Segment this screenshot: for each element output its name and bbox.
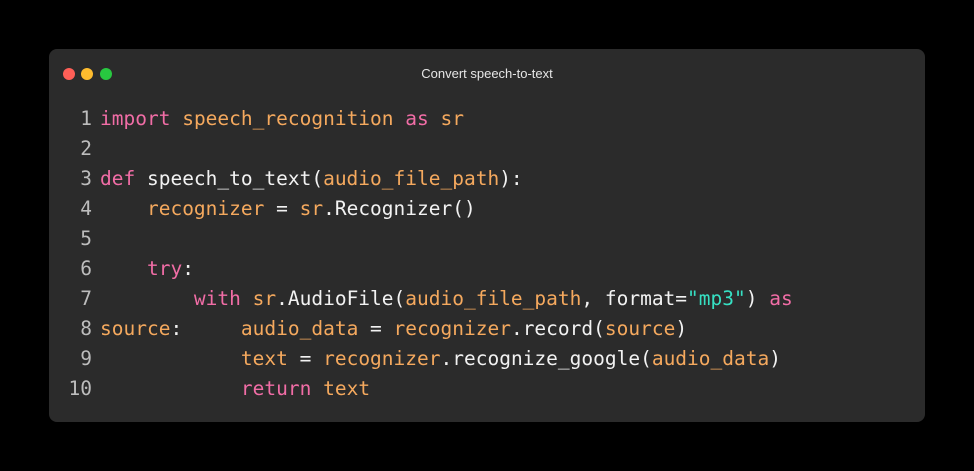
- code-line: 8 source: audio_data = recognizer.record(…: [49, 314, 925, 344]
- code-line: 3 def speech_to_text(audio_file_path):: [49, 164, 925, 194]
- code-token: sr: [440, 107, 464, 130]
- code-token: .record(: [510, 317, 605, 340]
- code-token: audio_data: [651, 347, 770, 370]
- code-token: :: [182, 257, 194, 280]
- code-token: text: [323, 377, 371, 400]
- code-token: source: [604, 317, 676, 340]
- code-line: 1 import speech_recognition as sr: [49, 104, 925, 134]
- code-token: source: [100, 317, 171, 340]
- code-token: ): [675, 317, 688, 340]
- line-number: 3: [80, 167, 92, 190]
- code-token: ): [745, 287, 770, 310]
- code-token: .Recognizer(): [323, 197, 476, 220]
- code-token: :: [170, 317, 241, 340]
- title-bar: Convert speech-to-text: [49, 49, 925, 99]
- line-number: 9: [80, 347, 92, 370]
- code-token: audio_file_path: [405, 287, 582, 310]
- code-block: 1 import speech_recognition as sr 2 3 def sp…: [49, 104, 925, 404]
- code-token: sr: [252, 287, 277, 310]
- code-line: 7 with sr.AudioFile(audio_file_path, for…: [49, 284, 925, 314]
- code-token: =: [264, 197, 300, 220]
- line-number: 2: [80, 137, 92, 160]
- code-token: text: [240, 347, 288, 370]
- code-token: import: [100, 107, 171, 130]
- code-line: 4 recognizer = sr.Recognizer(): [49, 194, 925, 224]
- line-number: 5: [80, 227, 92, 250]
- code-line: 10 return text: [49, 374, 925, 404]
- code-line: 6 try:: [49, 254, 925, 284]
- code-token: def: [100, 167, 136, 190]
- line-number: 8: [80, 317, 92, 340]
- line-number: 10: [68, 377, 92, 400]
- code-token: try: [146, 257, 183, 280]
- code-text: with sr.AudioFile(audio_file_path, forma…: [100, 284, 793, 314]
- code-line: 5: [49, 224, 925, 254]
- code-token: recognizer: [146, 197, 265, 220]
- code-token: with: [193, 287, 241, 310]
- code-token: ):: [499, 167, 523, 190]
- code-line: 2: [49, 134, 925, 164]
- code-token: .AudioFile(: [276, 287, 406, 310]
- code-token: audio_data: [240, 317, 359, 340]
- code-window: Convert speech-to-text 1 import speech_re…: [49, 49, 925, 422]
- code-text: import speech_recognition as sr: [100, 104, 464, 134]
- line-number: 6: [80, 257, 92, 280]
- code-token: audio_file_path: [323, 167, 500, 190]
- code-token: speech_recognition: [182, 107, 394, 130]
- code-token: speech_to_text(: [135, 167, 324, 190]
- line-number: 1: [80, 107, 92, 130]
- code-token: "mp3": [687, 287, 746, 310]
- code-token: , format=: [581, 287, 688, 310]
- window-title: Convert speech-to-text: [421, 66, 553, 81]
- code-token: as: [769, 287, 793, 310]
- code-token: sr: [299, 197, 324, 220]
- code-text: recognizer = sr.Recognizer(): [100, 194, 476, 224]
- code-text: try:: [100, 254, 194, 284]
- code-token: return: [240, 377, 312, 400]
- code-text: source: audio_data = recognizer.record(s…: [100, 314, 687, 344]
- code-token: =: [358, 317, 394, 340]
- line-number: 4: [80, 197, 92, 220]
- code-token: recognizer: [393, 317, 511, 340]
- code-token: =: [287, 347, 324, 370]
- code-token: recognizer: [323, 347, 441, 370]
- code-text: return text: [100, 374, 370, 404]
- code-token: ): [769, 347, 781, 370]
- code-token: as: [405, 107, 429, 130]
- code-line: 9 text = recognizer.recognize_google(aud…: [49, 344, 925, 374]
- line-number: 7: [80, 287, 92, 310]
- code-text: def speech_to_text(audio_file_path):: [100, 164, 523, 194]
- code-token: .recognize_google(: [440, 347, 652, 370]
- code-text: text = recognizer.recognize_google(audio…: [100, 344, 781, 374]
